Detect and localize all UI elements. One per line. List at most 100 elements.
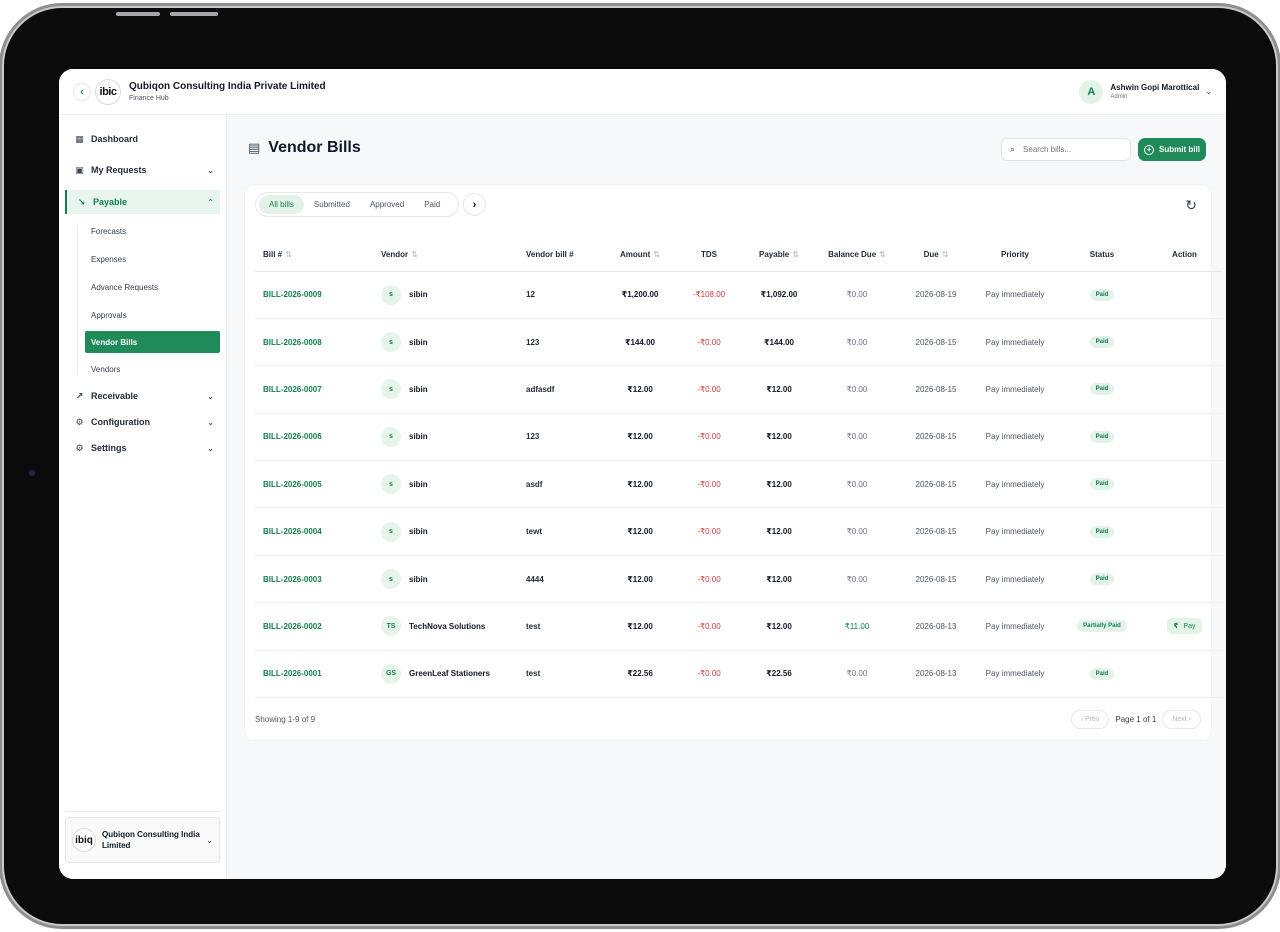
status-cell: Paid [1058,365,1146,414]
chevron-down-icon: ⌄ [207,165,214,175]
sidebar-sub-vendors[interactable]: Vendors [85,358,220,380]
col-bill[interactable]: Bill # ⇅ [255,239,373,272]
sidebar: ▦ Dashboard ▣ My Requests ⌄ ↘ Payable ⌃ … [59,115,227,879]
payable: ₹1,092.00 [744,271,814,319]
top-bar: ‹ ibic Qubiqon Consulting India Private … [59,69,1226,115]
company-name: Qubiqon Consulting India Private Limited [129,81,326,92]
vendor-avatar: s [381,379,401,400]
table-row[interactable]: BILL-2026-0006 s sibin 123 ₹12.00 -₹0.00 … [255,413,1223,462]
sidebar-item-label: My Requests [91,165,147,175]
tab-paid[interactable]: Paid [414,195,450,214]
sidebar-item-receivable[interactable]: ↗ Receivable ⌄ [65,384,220,408]
bill-number-link[interactable]: BILL-2026-0004 [255,507,373,556]
amount: ₹12.00 [606,460,674,509]
priority: Pay immediately [972,271,1058,319]
tds: -₹0.00 [674,555,744,604]
payable: ₹12.00 [744,602,814,651]
vendor-bill-number: 123 [518,413,606,462]
table-row[interactable]: BILL-2026-0005 s sibin asdf ₹12.00 -₹0.00… [255,460,1223,509]
action-cell: ₹ Pay [1146,602,1223,651]
company-info: Qubiqon Consulting India Private Limited… [129,81,326,102]
bill-number-link[interactable]: BILL-2026-0008 [255,318,373,367]
tab-all-bills[interactable]: All bills [259,195,304,214]
payable: ₹12.00 [744,460,814,509]
status-badge: Paid [1089,336,1115,349]
vendor-avatar: s [381,474,401,495]
vendor-name: sibin [409,479,428,489]
sidebar-sub-advance-requests[interactable]: Advance Requests [85,276,220,298]
bill-number-link[interactable]: BILL-2026-0007 [255,365,373,414]
sidebar-item-dashboard[interactable]: ▦ Dashboard [65,127,220,151]
search-box[interactable]: ⌕ [1001,138,1131,161]
col-payable[interactable]: Payable ⇅ [744,239,814,272]
tds: -₹0.00 [674,460,744,509]
table-row[interactable]: BILL-2026-0008 s sibin 123 ₹144.00 -₹0.00… [255,318,1223,367]
table-row[interactable]: BILL-2026-0001 GS GreenLeaf Stationers te… [255,650,1223,699]
table-row[interactable]: BILL-2026-0007 s sibin adfasdf ₹12.00 -₹0… [255,365,1223,414]
sidebar-item-my-requests[interactable]: ▣ My Requests ⌄ [65,158,220,182]
table-row[interactable]: BILL-2026-0002 TS TechNova Solutions test… [255,602,1223,651]
balance-due: ₹0.00 [814,271,900,319]
amount: ₹12.00 [606,413,674,462]
col-status: Status [1058,239,1146,272]
tab-approved[interactable]: Approved [360,195,414,214]
table-row[interactable]: BILL-2026-0009 s sibin 12 ₹1,200.00 -₹108… [255,271,1223,319]
chevron-right-icon: › [1186,716,1191,723]
action-cell [1146,555,1223,604]
payable: ₹12.00 [744,555,814,604]
priority: Pay immediately [972,602,1058,651]
sidebar-item-payable[interactable]: ↘ Payable ⌃ [65,190,220,214]
sidebar-sub-vendor-bills[interactable]: Vendor Bills [85,331,220,353]
vendor-name: sibin [409,384,428,394]
bills-table: Bill # ⇅ Vendor ⇅ Vendor bill # Amount ⇅ TD… [255,239,1223,699]
vendor-name: sibin [409,432,428,442]
bill-number-link[interactable]: BILL-2026-0001 [255,650,373,699]
priority: Pay immediately [972,365,1058,414]
amount: ₹22.56 [606,650,674,699]
bill-number-link[interactable]: BILL-2026-0003 [255,555,373,604]
col-due[interactable]: Due ⇅ [900,239,972,272]
page-header: ▤ Vendor Bills [248,139,361,157]
vendor-cell: s sibin [373,507,518,556]
tab-submitted[interactable]: Submitted [304,195,360,214]
col-balance[interactable]: Balance Due ⇅ [814,239,900,272]
sidebar-item-label: Receivable [91,391,139,401]
vendor-cell: s sibin [373,460,518,509]
col-vendor[interactable]: Vendor ⇅ [373,239,518,272]
tds: -₹0.00 [674,365,744,414]
chevron-right-icon: › [472,198,477,211]
plus-circle-icon: + [1144,144,1155,155]
sidebar-item-label: Dashboard [91,134,139,144]
user-menu[interactable]: A Ashwin Gopi Marottical Admin ⌄ [1079,79,1212,104]
action-cell [1146,365,1223,414]
table-row[interactable]: BILL-2026-0004 s sibin tewt ₹12.00 -₹0.00… [255,507,1223,556]
status-badge: Paid [1089,430,1115,443]
search-input[interactable] [1023,145,1119,154]
prev-button[interactable]: ‹ Prev [1070,710,1110,729]
bill-number-link[interactable]: BILL-2026-0009 [255,271,373,319]
submit-bill-button[interactable]: + Submit bill [1138,138,1206,161]
pay-button[interactable]: ₹ Pay [1166,618,1203,635]
sidebar-sub-approvals[interactable]: Approvals [85,304,220,326]
bill-number-link[interactable]: BILL-2026-0002 [255,602,373,651]
back-button[interactable]: ‹ [73,82,91,101]
vendor-name: GreenLeaf Stationers [409,669,490,679]
sidebar-sub-expenses[interactable]: Expenses [85,248,220,270]
col-amount[interactable]: Amount ⇅ [606,239,674,272]
sidebar-item-configuration[interactable]: ⚙ Configuration ⌄ [65,410,220,434]
org-switcher[interactable]: ibiq Qubiqon Consulting India Limited ⌄ [65,817,220,863]
table-row[interactable]: BILL-2026-0003 s sibin 4444 ₹12.00 -₹0.00… [255,555,1223,604]
amount: ₹12.00 [606,365,674,414]
refresh-icon[interactable]: ↻ [1185,197,1197,214]
tds: -₹0.00 [674,602,744,651]
bill-number-link[interactable]: BILL-2026-0005 [255,460,373,509]
tabs-next-button[interactable]: › [463,193,486,216]
sidebar-sub-forecasts[interactable]: Forecasts [85,220,220,242]
next-button[interactable]: Next › [1162,710,1201,729]
chevron-left-icon: ‹ [80,85,84,98]
vendor-name: sibin [409,337,428,347]
sidebar-item-settings[interactable]: ⚙ Settings ⌄ [65,436,220,460]
balance-due: ₹0.00 [814,507,900,556]
bill-number-link[interactable]: BILL-2026-0006 [255,413,373,462]
vendor-bill-number: asdf [518,460,606,509]
